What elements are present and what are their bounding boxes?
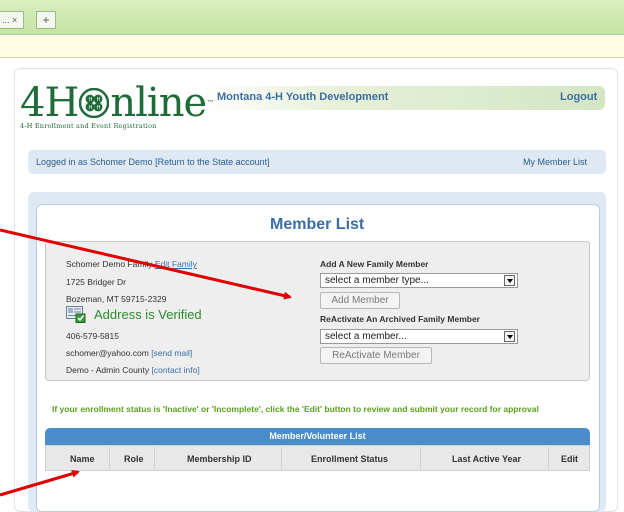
column-divider [109,447,110,469]
edit-family-link[interactable]: Edit Family [155,259,197,269]
column-divider [420,447,421,469]
browser-tab-strip: ... × + [0,0,624,35]
add-member-button[interactable]: Add Member [320,292,400,309]
logo-text-nline: nline [110,80,207,126]
family-phone: 406-579-5815 [66,331,119,341]
logo-text-4h: 4H [20,80,79,126]
clover-icon: H H H H [79,88,110,118]
column-header-membership-id[interactable]: Membership ID [187,454,252,464]
member-type-select-value: select a member type... [325,275,429,286]
send-mail-link[interactable]: [send mail] [151,348,192,358]
member-table-title: Member/Volunteer List [45,428,590,445]
archived-member-select[interactable]: select a member... [320,329,518,344]
chevron-down-icon [504,275,515,286]
browser-tab-label: ... × [2,15,18,25]
column-header-role[interactable]: Role [124,454,144,464]
notification-bar [0,36,624,58]
member-type-select[interactable]: select a member type... [320,273,518,288]
family-email: schomer@yahoo.com [66,348,149,358]
family-county: Demo - Admin County [66,365,150,375]
address-line-2: Bozeman, MT 59715-2329 [66,294,167,304]
add-member-heading: Add A New Family Member [320,259,429,269]
verified-card-icon [66,306,86,323]
new-tab-button[interactable]: + [36,11,56,29]
enrollment-notice: If your enrollment status is 'Inactive' … [52,404,539,414]
column-header-last-active-year[interactable]: Last Active Year [452,454,521,464]
page-title: Member List [270,216,365,233]
address-line-1: 1725 Bridger Dr [66,277,127,287]
archived-member-select-value: select a member... [325,331,407,342]
logout-link[interactable]: Logout [560,91,597,103]
column-header-enrollment-status[interactable]: Enrollment Status [311,454,388,464]
family-name-line: Schomer Demo Family Edit Family [66,259,197,269]
reactivate-heading: ReActivate An Archived Family Member [320,314,480,324]
browser-tab[interactable]: ... × [0,11,25,29]
chevron-down-icon [504,331,515,342]
logged-in-text[interactable]: Logged in as Schomer Demo [Return to the… [36,157,270,167]
my-member-list-link[interactable]: My Member List [523,157,587,167]
family-county-line: Demo - Admin County [contact info] [66,365,200,375]
contact-info-link[interactable]: [contact info] [152,365,200,375]
column-header-edit[interactable]: Edit [561,454,578,464]
site-title: Montana 4-H Youth Development [217,91,389,103]
plus-icon: + [42,13,50,27]
family-email-line: schomer@yahoo.com [send mail] [66,348,192,358]
family-name: Schomer Demo Family [66,259,153,269]
address-verified-text: Address is Verified [94,307,202,322]
column-divider [281,447,282,469]
column-header-name[interactable]: Name [70,454,95,464]
reactivate-member-button[interactable]: ReActivate Member [320,347,432,364]
logo: 4H H H H H nline ™ 4-H Enrollment and Ev… [20,80,214,130]
address-verified-status: Address is Verified [66,306,202,323]
column-divider [548,447,549,469]
column-divider [154,447,155,469]
